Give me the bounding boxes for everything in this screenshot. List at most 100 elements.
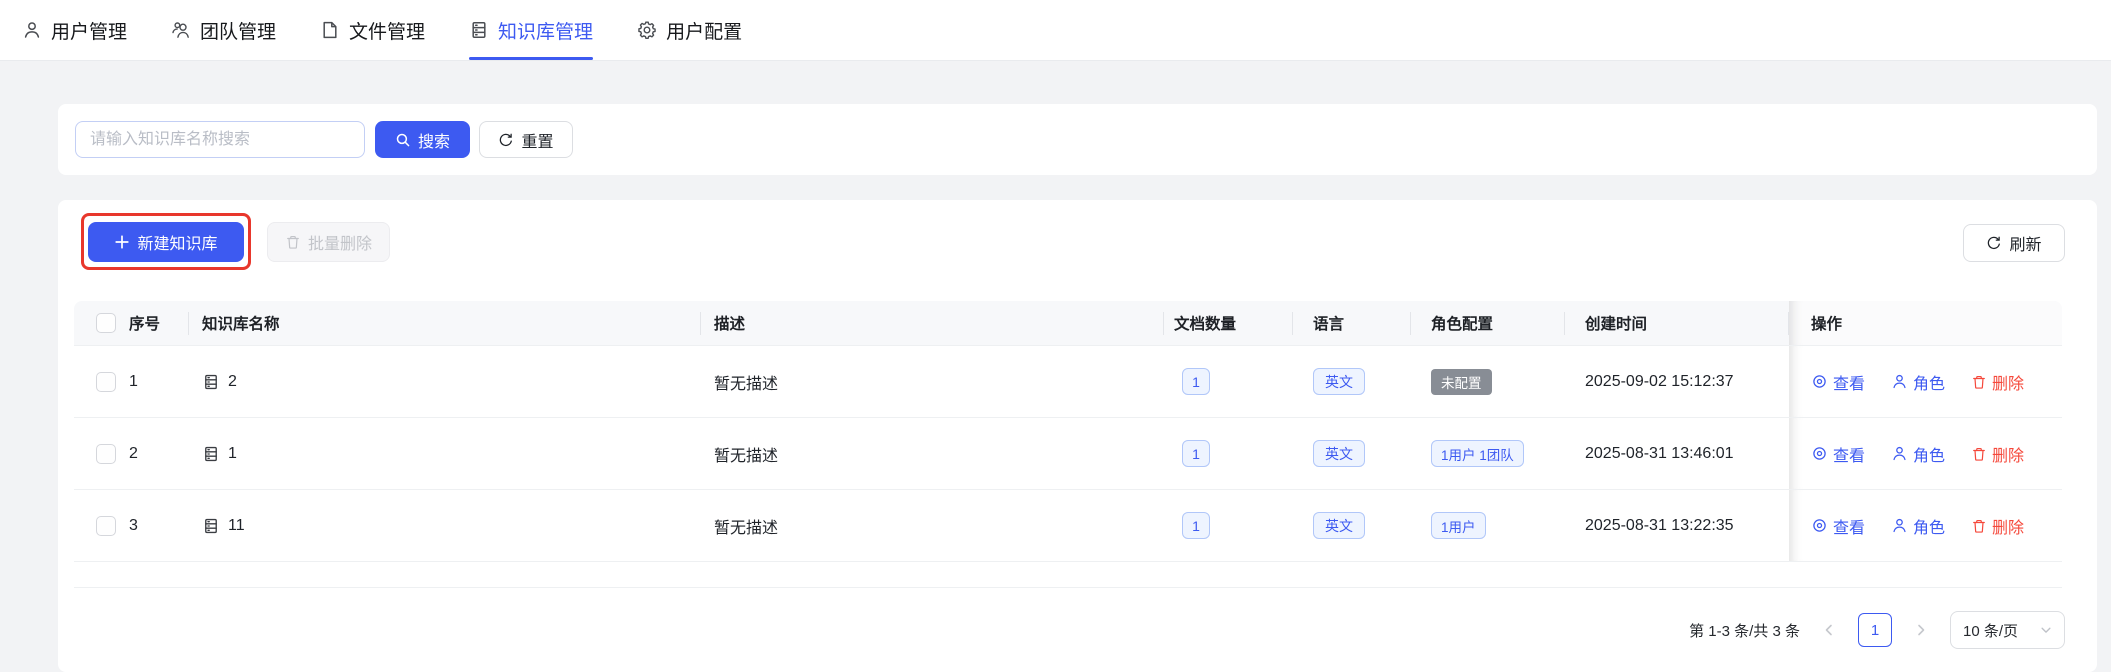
create-knowledge-base-button[interactable]: 新建知识库	[88, 222, 244, 262]
doc-count-badge: 1	[1182, 368, 1210, 395]
row-description: 暂无描述	[714, 447, 779, 465]
create-button-label: 新建知识库	[137, 236, 218, 253]
pagination: 第 1-3 条/共 3 条 1 10 条/页	[1689, 611, 2065, 649]
knowledge-base-name: 1	[228, 444, 237, 462]
batch-delete-label: 批量删除	[307, 236, 372, 253]
knowledge-base-name: 2	[228, 372, 237, 390]
view-link[interactable]: 查看	[1811, 370, 1865, 394]
column-header-description: 描述	[701, 301, 1164, 345]
role-config-badge: 1用户	[1431, 512, 1486, 539]
view-link-label: 查看	[1833, 447, 1866, 465]
role-link[interactable]: 角色	[1891, 442, 1945, 466]
role-link[interactable]: 角色	[1891, 514, 1945, 538]
tab-label: 用户配置	[666, 21, 743, 43]
refresh-button-label: 刷新	[2009, 237, 2042, 254]
delete-link[interactable]: 删除	[1971, 442, 2024, 466]
row-created-at: 2025-08-31 13:46:01	[1585, 444, 1734, 462]
language-badge: 英文	[1313, 440, 1365, 467]
language-badge: 英文	[1313, 368, 1365, 395]
column-header-role-config: 角色配置	[1411, 301, 1565, 345]
tab-file-management[interactable]: 文件管理	[320, 0, 425, 60]
tab-label: 用户管理	[51, 21, 128, 43]
role-link-label: 角色	[1913, 375, 1946, 393]
prev-page-button[interactable]	[1817, 613, 1841, 647]
column-header-name: 知识库名称	[189, 301, 701, 345]
tab-team-management[interactable]: 团队管理	[171, 0, 276, 60]
role-link-label: 角色	[1913, 447, 1946, 465]
role-config-badge: 未配置	[1431, 368, 1492, 395]
top-tab-bar: 用户管理 团队管理 文件管理 知识库管理 用户配置	[0, 0, 2111, 61]
table-bottom-border	[74, 562, 2062, 588]
delete-link[interactable]: 删除	[1971, 370, 2024, 394]
row-checkbox[interactable]	[96, 515, 116, 536]
tab-label: 团队管理	[200, 21, 277, 43]
row-checkbox[interactable]	[96, 443, 116, 464]
role-link-label: 角色	[1913, 519, 1946, 537]
batch-delete-button[interactable]: 批量删除	[267, 222, 390, 262]
row-checkbox[interactable]	[96, 371, 116, 392]
refresh-icon	[1986, 235, 2002, 251]
row-index: 1	[129, 372, 138, 390]
language-badge: 英文	[1313, 512, 1365, 539]
search-input[interactable]	[75, 121, 365, 158]
view-link[interactable]: 查看	[1811, 442, 1865, 466]
team-icon	[171, 20, 191, 40]
view-link-label: 查看	[1833, 519, 1866, 537]
column-header-language: 语言	[1293, 301, 1411, 345]
delete-link-label: 删除	[1992, 375, 2025, 393]
chevron-right-icon	[1918, 624, 1925, 636]
knowledge-base-icon	[202, 372, 220, 392]
tab-label: 文件管理	[349, 21, 426, 43]
plus-icon	[114, 234, 130, 250]
page-size-select[interactable]: 10 条/页	[1950, 611, 2065, 649]
tab-user-config[interactable]: 用户配置	[637, 0, 742, 60]
reset-button-label: 重置	[521, 133, 554, 151]
row-index: 3	[129, 516, 138, 534]
column-header-actions: 操作	[1789, 301, 2062, 345]
tab-knowledge-base-management[interactable]: 知识库管理	[469, 0, 594, 60]
view-link-label: 查看	[1833, 375, 1866, 393]
page-size-value: 10 条/页	[1963, 622, 2019, 640]
column-header-index: 序号	[122, 301, 189, 345]
view-link[interactable]: 查看	[1811, 514, 1865, 538]
search-icon	[395, 132, 411, 148]
knowledge-base-name: 11	[228, 516, 245, 534]
tab-label: 知识库管理	[498, 21, 594, 43]
role-link[interactable]: 角色	[1891, 370, 1945, 394]
role-config-badge: 1用户 1团队	[1431, 440, 1524, 467]
page-number-button[interactable]: 1	[1858, 613, 1892, 647]
delete-link[interactable]: 删除	[1971, 514, 2024, 538]
user-icon	[22, 20, 42, 40]
knowledge-base-icon	[202, 444, 220, 464]
knowledge-base-table: 序号 知识库名称 描述 文档数量 语言 角色配置 创建时间 操作 1 2 暂无描…	[74, 301, 2062, 588]
knowledge-base-icon	[202, 516, 220, 536]
reset-icon	[498, 132, 514, 148]
table-row: 1 2 暂无描述 1 英文 未配置 2025-09-02 15:12:37 查看…	[74, 346, 2062, 418]
doc-count-badge: 1	[1182, 440, 1210, 467]
next-page-button[interactable]	[1909, 613, 1933, 647]
row-description: 暂无描述	[714, 519, 779, 537]
doc-count-badge: 1	[1182, 512, 1210, 539]
reset-button[interactable]: 重置	[479, 121, 573, 158]
search-panel: 搜索 重置	[58, 104, 2097, 175]
knowledge-base-panel: 新建知识库 批量删除 刷新 序号 知识库名称 描述 文档数量 语言 角色配置 创…	[58, 200, 2097, 672]
search-button[interactable]: 搜索	[375, 121, 470, 158]
chevron-left-icon	[1825, 624, 1832, 636]
refresh-button[interactable]: 刷新	[1963, 224, 2065, 262]
delete-link-label: 删除	[1992, 519, 2025, 537]
table-header-row: 序号 知识库名称 描述 文档数量 语言 角色配置 创建时间 操作	[74, 301, 2062, 346]
tab-user-management[interactable]: 用户管理	[22, 0, 127, 60]
knowledge-base-icon	[469, 20, 489, 40]
row-created-at: 2025-09-02 15:12:37	[1585, 372, 1734, 390]
select-all-checkbox[interactable]	[96, 313, 116, 333]
column-header-doc-count: 文档数量	[1164, 301, 1293, 345]
row-created-at: 2025-08-31 13:22:35	[1585, 516, 1734, 534]
delete-link-label: 删除	[1992, 447, 2025, 465]
row-description: 暂无描述	[714, 375, 779, 393]
table-row: 2 1 暂无描述 1 英文 1用户 1团队 2025-08-31 13:46:0…	[74, 418, 2062, 490]
pagination-total: 第 1-3 条/共 3 条	[1689, 622, 1800, 640]
file-icon	[320, 20, 340, 40]
search-button-label: 搜索	[417, 133, 450, 151]
chevron-down-icon	[2040, 624, 2052, 636]
trash-icon	[285, 234, 301, 250]
